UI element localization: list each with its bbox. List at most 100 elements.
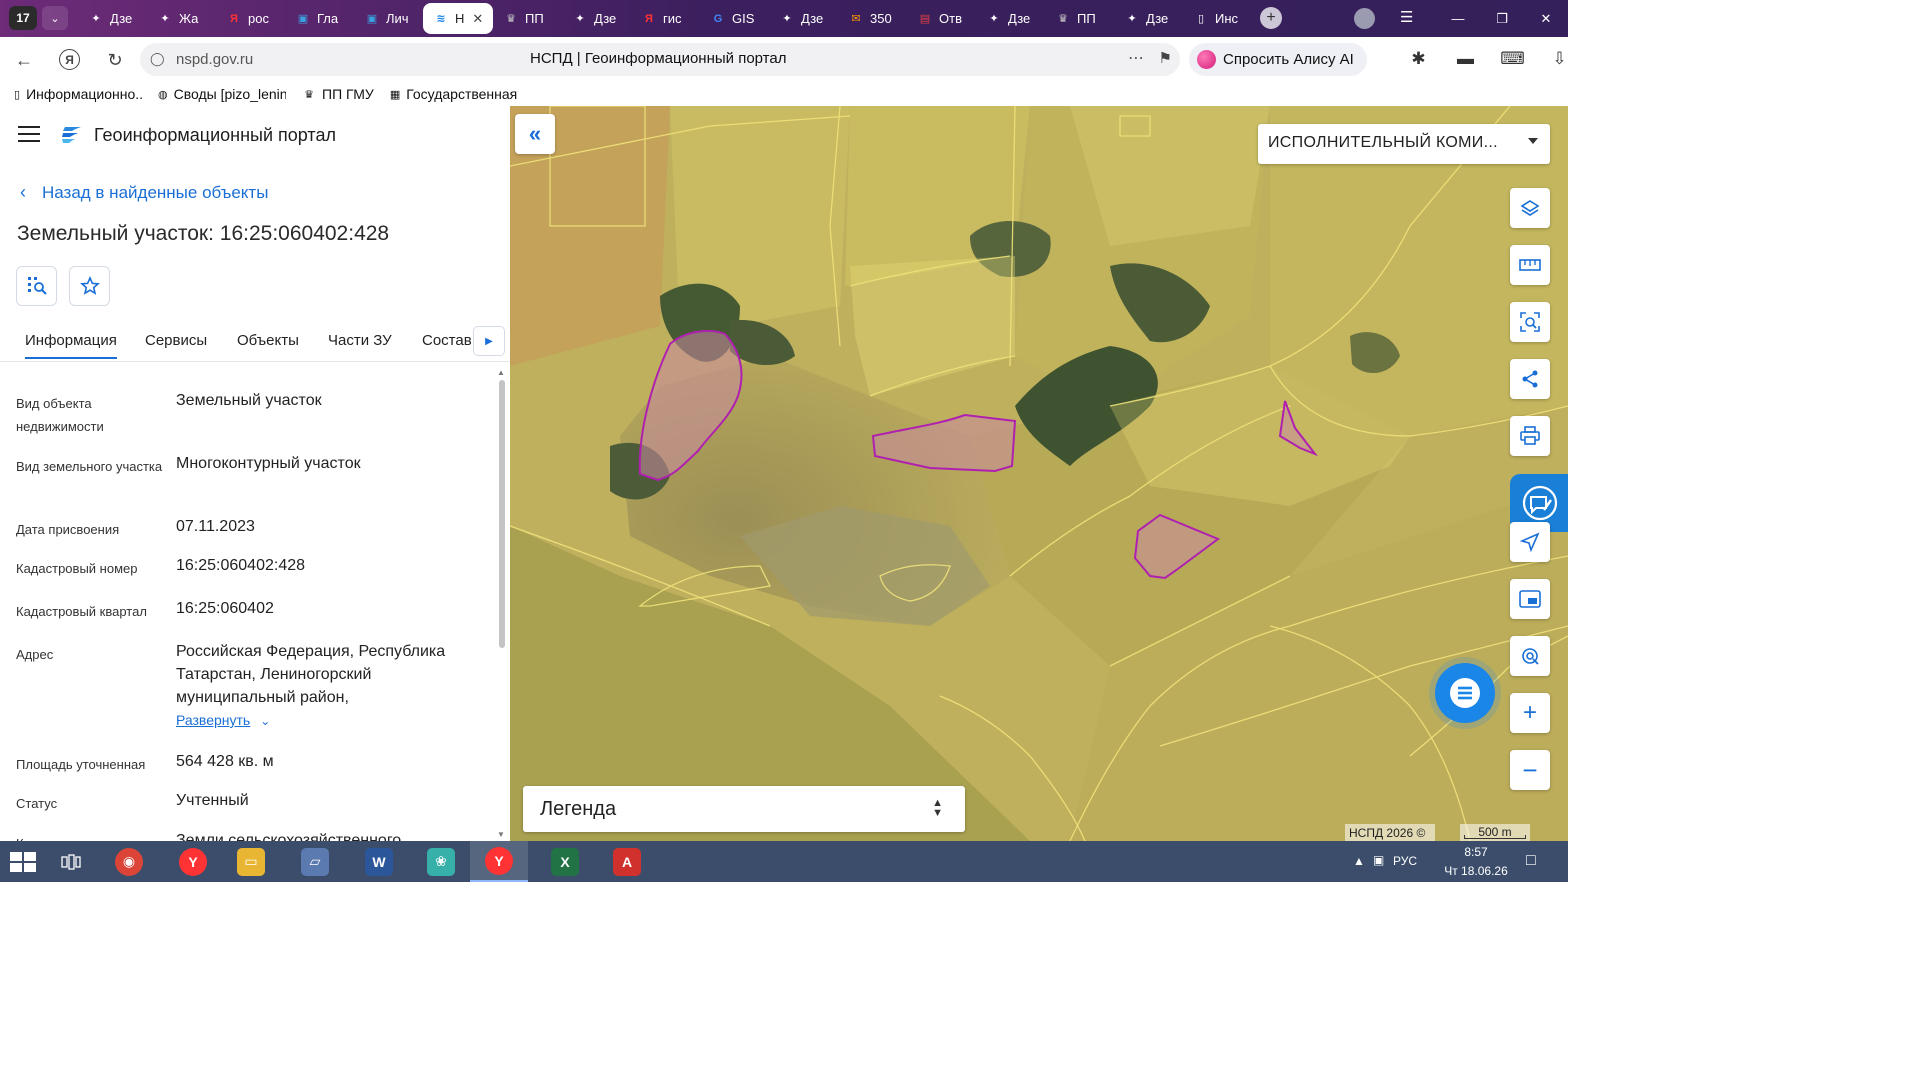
taskbar-app[interactable]: A (598, 841, 656, 882)
notifications-icon[interactable]: □ (1526, 852, 1536, 870)
browser-tab[interactable]: ✦ Дзе (976, 3, 1045, 34)
portal-logo-icon[interactable] (60, 124, 84, 146)
browser-tab[interactable]: ▣ Гла (285, 3, 354, 34)
map-canvas[interactable]: « ИСПОЛНИТЕЛЬНЫЙ КОМИ... + − Легенда ▲ ▼… (510, 106, 1568, 841)
browser-tab[interactable]: ▣ Лич (354, 3, 423, 34)
yandex-home-icon[interactable]: Я (59, 49, 80, 70)
scrollbar-thumb[interactable] (499, 380, 505, 648)
browser-tab[interactable]: ✦ Дзе (78, 3, 147, 34)
sparkle-icon: ✦ (782, 13, 792, 25)
property-label: Кадастровый квартал (16, 604, 147, 619)
url-text[interactable]: nspd.gov.ru (176, 51, 253, 68)
portal-title[interactable]: Геоинформационный портал (94, 125, 336, 146)
browser-tab[interactable]: Ярос (216, 3, 285, 34)
minimap-button[interactable] (1510, 579, 1550, 619)
browser-tab[interactable]: ≋ Н ✕ (423, 3, 493, 34)
browser-tab[interactable]: ♛ ПП (493, 3, 562, 34)
tray-expand-icon[interactable]: ▲ (1353, 854, 1365, 868)
network-icon[interactable]: ▣ (1373, 853, 1384, 867)
browser-tab[interactable]: ✦ Дзе (769, 3, 838, 34)
measure-button[interactable] (1510, 245, 1550, 285)
info-tab[interactable]: Объекты (237, 332, 299, 349)
download-icon[interactable]: ⇩ (1536, 49, 1568, 69)
close-window-icon[interactable]: ✕ (1524, 11, 1568, 27)
expand-address-link[interactable]: Развернуть ⌄ (176, 712, 270, 728)
hamburger-menu-icon[interactable] (18, 126, 40, 142)
taskbar-app[interactable]: Y (470, 841, 528, 882)
clock-date[interactable]: Чт 18.06.26 (1436, 864, 1516, 878)
taskbar-app[interactable]: X (536, 841, 594, 882)
legend-panel[interactable]: Легенда ▲ ▼ (523, 786, 965, 832)
tabs-scroll-right-icon[interactable]: ▶ (473, 326, 505, 356)
ask-alice-button[interactable]: Спросить Алису AI (1189, 43, 1367, 76)
layers-button[interactable] (1510, 188, 1550, 228)
minimize-icon[interactable]: — (1436, 11, 1480, 26)
info-tab[interactable]: Части ЗУ (328, 332, 392, 349)
info-tab[interactable]: Состав (422, 332, 472, 349)
bookmark-item[interactable]: ▦ Государственная... (390, 86, 518, 102)
info-tab[interactable]: Информация (25, 332, 117, 359)
info-tab[interactable]: Сервисы (145, 332, 207, 349)
layer-select-dropdown[interactable]: ИСПОЛНИТЕЛЬНЫЙ КОМИ... (1258, 124, 1550, 164)
taskbar-app[interactable]: ▭ (222, 841, 280, 882)
profile-avatar[interactable] (1354, 8, 1375, 29)
chat-button[interactable] (1435, 663, 1495, 723)
panel-scrollbar[interactable]: ▲ ▼ (497, 368, 507, 839)
share-button[interactable] (1510, 359, 1550, 399)
scroll-up-icon[interactable]: ▲ (497, 368, 505, 377)
browser-tab[interactable]: ▯ Инс (1183, 3, 1252, 34)
browser-tab[interactable]: ✉ 350 (838, 3, 907, 34)
browser-tab[interactable]: ✦ Дзе (1114, 3, 1183, 34)
scroll-down-icon[interactable]: ▼ (497, 830, 505, 839)
taskbar-app[interactable]: ▱ (286, 841, 344, 882)
zoom-in-icon[interactable]: + (1510, 693, 1550, 733)
site-security-icon[interactable]: ◯ (150, 51, 165, 67)
reload-icon[interactable]: ↻ (103, 48, 127, 72)
browser-tab[interactable]: ♛ ПП (1045, 3, 1114, 34)
taskbar-app[interactable]: ◉ (100, 841, 158, 882)
google-icon: G (713, 12, 723, 25)
new-tab-button[interactable]: + (1260, 7, 1282, 29)
back-to-results-link[interactable]: ‹ Назад в найденные объекты (20, 182, 268, 203)
browser-tab[interactable]: Ягис (631, 3, 700, 34)
collections-icon[interactable]: ⌨ (1489, 49, 1536, 69)
browser-tab[interactable]: ▤ Отв (907, 3, 976, 34)
bookmark-item[interactable]: ♛ ПП ГМУ (302, 86, 374, 102)
omnibox[interactable]: ◯ nspd.gov.ru НСПД | Геоинформационный п… (140, 43, 1180, 76)
zoom-out-icon[interactable]: − (1510, 750, 1550, 790)
restore-icon[interactable]: ❐ (1480, 11, 1524, 27)
browser-menu-icon[interactable]: ☰ (1400, 8, 1413, 26)
select-area-button[interactable] (1510, 302, 1550, 342)
property-label: Площадь уточненная (16, 757, 146, 772)
clock-time[interactable]: 8:57 (1436, 845, 1516, 859)
taskbar-app[interactable]: Y (164, 841, 222, 882)
expand-collapse-icon[interactable]: ▲ ▼ (932, 798, 943, 819)
close-tab-icon[interactable]: ✕ (472, 11, 483, 27)
globe-icon: ◍ (158, 88, 168, 101)
task-view-icon[interactable] (46, 841, 96, 882)
bookmark-icon[interactable]: ⚑ (1159, 49, 1172, 67)
navigate-button[interactable] (1510, 522, 1550, 562)
more-options-icon[interactable]: ⋯ (1128, 48, 1144, 68)
browser-tab[interactable]: ✦ Дзе (562, 3, 631, 34)
property-value: Российская Федерация, Республика Татарст… (176, 643, 446, 706)
bookmark-item[interactable]: ▯ Информационно... (14, 86, 142, 102)
cast-icon[interactable]: ▬ (1442, 49, 1489, 69)
browser-tab[interactable]: G GIS (700, 3, 769, 34)
tab-list-chevron-icon[interactable]: ⌄ (42, 6, 68, 30)
windows-start-icon[interactable] (8, 851, 38, 873)
tab-counter-badge[interactable]: 17 (9, 6, 37, 30)
bookmark-item[interactable]: ◍ Своды [pizo_lenin... (158, 86, 286, 102)
favorite-button[interactable] (69, 266, 110, 306)
show-on-map-button[interactable] (16, 266, 57, 306)
back-arrow-icon[interactable]: ← (12, 48, 36, 72)
taskbar-app[interactable]: W (350, 841, 408, 882)
taskbar-app[interactable]: ❀ (412, 841, 470, 882)
geolocate-button[interactable] (1510, 636, 1550, 676)
collapse-panel-button[interactable]: « (515, 114, 555, 154)
browser-tab[interactable]: ✦ Жа (147, 3, 216, 34)
extension-icon[interactable]: ✱ (1395, 49, 1442, 69)
language-indicator[interactable]: РУС (1393, 854, 1417, 868)
print-button[interactable] (1510, 416, 1550, 456)
object-title: Земельный участок: 16:25:060402:428 (17, 222, 390, 245)
